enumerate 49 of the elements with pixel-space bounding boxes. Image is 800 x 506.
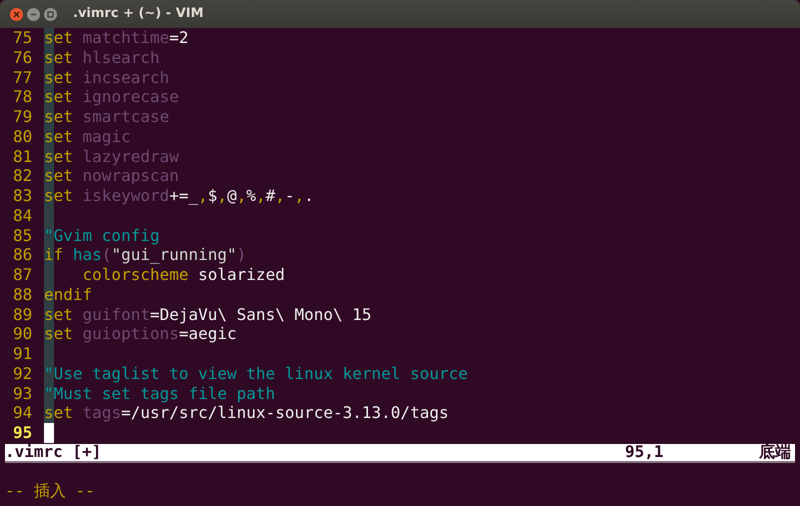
code-line: set nowrapscan (44, 166, 179, 186)
line-number: 95 (12, 423, 34, 443)
line-number: 80 (12, 126, 34, 146)
line-number: 79 (12, 107, 34, 127)
code-line: endif (44, 284, 92, 304)
code-line: if has("gui_running") (44, 245, 246, 265)
line-number: 90 (12, 324, 34, 344)
line-number: 93 (12, 384, 34, 404)
window-title: .vimrc + (~) - VIM (73, 5, 204, 24)
code-line: set incsearch (44, 68, 170, 88)
line-number: 77 (12, 68, 34, 88)
line-number: 76 (12, 48, 34, 68)
file-name: .vimrc [+] (5, 441, 102, 464)
minimize-button[interactable] (27, 8, 40, 20)
code-line: set guioptions=aegic (44, 324, 237, 344)
code-line: set magic (44, 126, 131, 146)
code-line: "Use taglist to view the linux kernel source (44, 364, 468, 384)
maximize-icon (47, 10, 54, 18)
line-number: 89 (12, 304, 34, 324)
line-number: 87 (12, 265, 34, 285)
line-number: 94 (12, 403, 34, 423)
code-line: set iskeyword+=_,$,@,%,#,-,. (44, 186, 314, 206)
code-line: set smartcase (44, 107, 170, 127)
line-number: 81 (12, 146, 34, 166)
code-line: "Gvim config (44, 226, 160, 246)
code-line: set hlsearch (44, 48, 160, 68)
code-line: set guifont=DejaVu\ Sans\ Mono\ 15 (44, 304, 372, 324)
code-line: set matchtime=2 (44, 28, 188, 48)
line-number: 91 (12, 344, 34, 364)
mode-indicator: -- 插入 -- (5, 480, 95, 502)
line-number: 75 (12, 28, 34, 48)
maximize-button[interactable] (44, 8, 57, 20)
line-number: 92 (12, 364, 34, 384)
close-icon (13, 10, 20, 18)
line-number: 88 (12, 284, 34, 304)
close-button[interactable] (10, 8, 23, 20)
line-number: 86 (12, 245, 34, 265)
code-line: "Must set tags file path (44, 384, 276, 404)
code-line: set tags=/usr/src/linux-source-3.13.0/tags (44, 403, 449, 423)
line-number: 85 (12, 226, 34, 246)
code-line: set ignorecase (44, 87, 179, 107)
line-number: 84 (12, 206, 34, 226)
cursor-position: 95,1 (625, 441, 665, 464)
scroll-position: 底端 (759, 441, 792, 464)
line-number: 83 (12, 186, 34, 206)
code-line: colorscheme solarized (82, 265, 285, 285)
line-number: 82 (12, 166, 34, 186)
code-line: set lazyredraw (44, 146, 179, 166)
line-number: 78 (12, 87, 34, 107)
